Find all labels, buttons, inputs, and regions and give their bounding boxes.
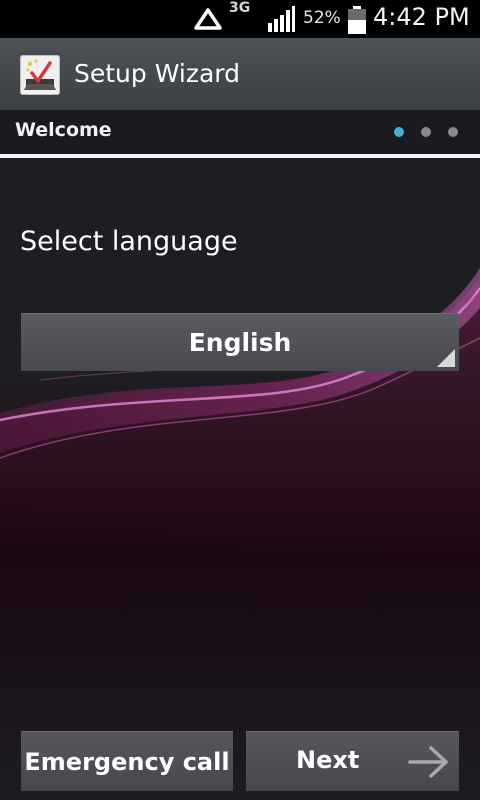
status-bar: 3G 52% 4:42 PM bbox=[0, 0, 480, 38]
app-title: Setup Wizard bbox=[74, 59, 240, 88]
status-clock: 4:42 PM bbox=[373, 3, 470, 31]
emergency-call-button[interactable]: Emergency call bbox=[21, 731, 233, 791]
select-language-label: Select language bbox=[20, 226, 238, 257]
page-dot-active bbox=[394, 127, 404, 137]
language-select[interactable]: English bbox=[21, 313, 459, 371]
battery-icon bbox=[348, 6, 366, 34]
title-bar: Setup Wizard bbox=[0, 38, 480, 110]
network-type: 3G bbox=[229, 0, 251, 16]
step-header: Welcome bbox=[0, 110, 480, 154]
setup-wizard-app-icon bbox=[20, 55, 60, 95]
page-dot bbox=[448, 127, 458, 137]
step-title: Welcome bbox=[15, 119, 112, 141]
page-dot bbox=[421, 127, 431, 137]
setup-wizard-screen: 3G 52% 4:42 PM Setup Wizard Welcome Sele… bbox=[0, 0, 480, 800]
battery-percent: 52% bbox=[303, 8, 341, 28]
signal-bars-icon bbox=[268, 6, 295, 32]
emergency-call-label: Emergency call bbox=[24, 747, 230, 776]
next-button[interactable]: Next bbox=[246, 731, 459, 791]
arrow-right-icon bbox=[408, 746, 448, 778]
network-triangle-icon bbox=[194, 8, 222, 30]
dropdown-corner-icon bbox=[437, 349, 455, 367]
language-select-value: English bbox=[188, 328, 292, 357]
next-label: Next bbox=[296, 746, 360, 774]
page-indicator bbox=[394, 127, 458, 137]
